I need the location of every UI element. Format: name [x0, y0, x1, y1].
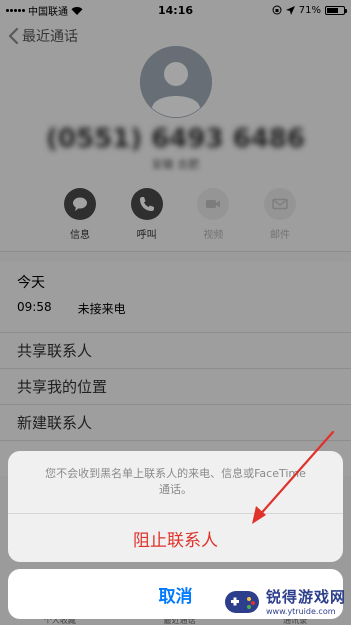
block-contact-button[interactable]: 阻止联系人 [8, 514, 343, 562]
action-sheet-message: 您不会收到黑名单上联系人的来电、信息或FaceTime 通话。 [8, 451, 343, 514]
watermark-url: www.ytruide.com [266, 607, 336, 616]
watermark-title: 锐得游戏网 [266, 588, 347, 606]
gamepad-logo-icon [225, 591, 259, 613]
watermark: 锐得游戏网 www.ytruide.com [222, 580, 348, 622]
action-sheet: 您不会收到黑名单上联系人的来电、信息或FaceTime 通话。 阻止联系人 [8, 451, 343, 562]
watermark-text: 锐得游戏网 www.ytruide.com [266, 586, 346, 616]
